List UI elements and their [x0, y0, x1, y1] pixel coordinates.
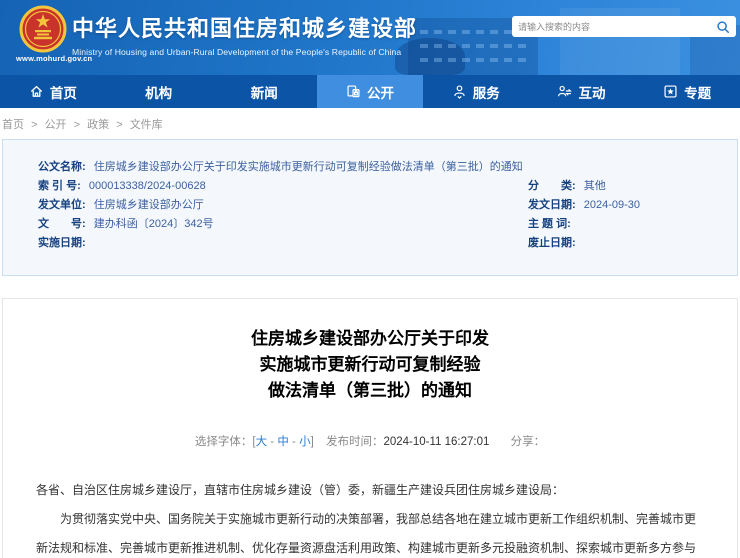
site-title-chinese: 中华人民共和国住房和城乡建设部	[72, 11, 417, 43]
publish-time-label: 发布时间：	[326, 436, 384, 448]
national-emblem: www.mohurd.gov.cn	[16, 5, 70, 63]
meta-row-impl-date: 实施日期:	[38, 237, 528, 249]
site-header: www.mohurd.gov.cn 中华人民共和国住房和城乡建设部 Minist…	[0, 0, 740, 75]
meta-row-issue-date: 发文日期: 2024-09-30	[528, 199, 640, 211]
meta-label-issuer: 发文单位:	[38, 199, 86, 211]
meta-row-category: 分 类: 其他	[528, 180, 640, 192]
meta-row-index: 索 引 号: 000013338/2024-00628	[38, 180, 528, 192]
breadcrumb-home[interactable]: 首页	[2, 119, 24, 131]
site-title-english: Ministry of Housing and Urban-Rural Deve…	[72, 47, 417, 57]
breadcrumb-policy[interactable]: 政策	[87, 119, 109, 131]
meta-row-subject: 主 题 词:	[528, 218, 640, 230]
nav-label: 专题	[684, 82, 711, 102]
article-salutation: 各省、自治区住房城乡建设厅，直辖市住房城乡建设（管）委，新疆生产建设兵团住房城乡…	[36, 476, 704, 505]
disclosure-icon	[346, 84, 361, 99]
nav-item-topics[interactable]: 专题	[634, 75, 740, 108]
meta-label-subject: 主 题 词:	[528, 218, 571, 230]
article-title: 住房城乡建设部办公厅关于印发 实施城市更新行动可复制经验 做法清单（第三批）的通…	[36, 326, 704, 404]
nav-item-services[interactable]: 服务	[423, 75, 529, 108]
nav-label: 服务	[473, 82, 500, 102]
meta-row-issuer: 发文单位: 住房城乡建设部办公厅	[38, 199, 528, 211]
meta-value-index: 000013338/2024-00628	[89, 180, 206, 192]
site-url: www.mohurd.gov.cn	[16, 54, 70, 63]
home-icon	[29, 84, 44, 99]
meta-value-issue-date: 2024-09-30	[584, 199, 640, 211]
nav-item-interaction[interactable]: 互动	[529, 75, 635, 108]
national-emblem-icon	[19, 5, 67, 53]
meta-label-index: 索 引 号:	[38, 180, 81, 192]
meta-row-doc-number: 文 号: 建办科函〔2024〕342号	[38, 218, 528, 230]
meta-value-issuer: 住房城乡建设部办公厅	[94, 199, 204, 211]
article-meta-row: 选择字体：[大 - 中 - 小] 发布时间：2024-10-11 16:27:0…	[36, 433, 704, 449]
meta-label-issue-date: 发文日期:	[528, 199, 576, 211]
font-size-separator: -	[267, 436, 277, 448]
publish-time-block: 发布时间：2024-10-11 16:27:01	[326, 436, 489, 448]
nav-label: 互动	[578, 82, 605, 102]
meta-value-doc-number: 建办科函〔2024〕342号	[94, 218, 214, 230]
meta-label-name: 公文名称:	[38, 161, 86, 173]
nav-item-disclosure[interactable]: 公开	[317, 75, 423, 108]
meta-value-category: 其他	[584, 180, 606, 192]
nav-item-home[interactable]: 首页	[0, 75, 106, 108]
nav-label: 新闻	[251, 82, 278, 102]
search-box[interactable]	[512, 16, 736, 37]
font-select-label: 选择字体：[	[195, 436, 256, 448]
article-card: 住房城乡建设部办公厅关于印发 实施城市更新行动可复制经验 做法清单（第三批）的通…	[2, 298, 738, 558]
publish-time-value: 2024-10-11 16:27:01	[383, 436, 489, 448]
document-meta-box: 公文名称: 住房城乡建设部办公厅关于印发实施城市更新行动可复制经验做法清单（第三…	[2, 139, 738, 276]
breadcrumb-separator: >	[74, 119, 80, 131]
breadcrumb: 首页 > 公开 > 政策 > 文件库	[0, 108, 740, 139]
font-size-medium-link[interactable]: 中	[277, 436, 289, 448]
nav-item-org[interactable]: 机构	[106, 75, 212, 108]
search-input[interactable]	[518, 22, 716, 32]
meta-label-abolish-date: 废止日期:	[528, 237, 576, 249]
nav-label: 机构	[145, 82, 172, 102]
breadcrumb-separator: >	[116, 119, 122, 131]
topics-icon	[663, 84, 678, 99]
nav-label: 首页	[50, 82, 77, 102]
font-select-bracket: ]	[311, 436, 314, 448]
breadcrumb-library[interactable]: 文件库	[130, 119, 163, 131]
search-icon[interactable]	[716, 20, 730, 34]
article-body: 各省、自治区住房城乡建设厅，直辖市住房城乡建设（管）委，新疆生产建设兵团住房城乡…	[36, 476, 704, 558]
share-label: 分享：	[511, 436, 546, 448]
font-size-large-link[interactable]: 大	[256, 436, 268, 448]
meta-row-name: 公文名称: 住房城乡建设部办公厅关于印发实施城市更新行动可复制经验做法清单（第三…	[38, 161, 727, 173]
building-windows-decoration	[420, 44, 530, 48]
site-title-block: 中华人民共和国住房和城乡建设部 Ministry of Housing and …	[72, 11, 417, 57]
building-windows-decoration	[420, 58, 530, 62]
breadcrumb-disclosure[interactable]: 公开	[45, 119, 67, 131]
meta-label-doc-number: 文 号:	[38, 218, 86, 230]
meta-label-category: 分 类:	[528, 180, 576, 192]
nav-label: 公开	[367, 82, 394, 102]
article-paragraph: 为贯彻落实党中央、国务院关于实施城市更新行动的决策部署，我部总结各地在建立城市更…	[36, 505, 704, 558]
meta-value-name: 住房城乡建设部办公厅关于印发实施城市更新行动可复制经验做法清单（第三批）的通知	[94, 161, 523, 173]
interaction-icon	[557, 84, 572, 99]
main-nav: 首页 机构 新闻 公开 服务	[0, 75, 740, 108]
service-icon	[452, 84, 467, 99]
font-size-separator: -	[289, 436, 299, 448]
nav-item-news[interactable]: 新闻	[211, 75, 317, 108]
font-size-small-link[interactable]: 小	[299, 436, 311, 448]
breadcrumb-separator: >	[31, 119, 37, 131]
meta-row-abolish-date: 废止日期:	[528, 237, 640, 249]
meta-label-impl-date: 实施日期:	[38, 237, 86, 249]
